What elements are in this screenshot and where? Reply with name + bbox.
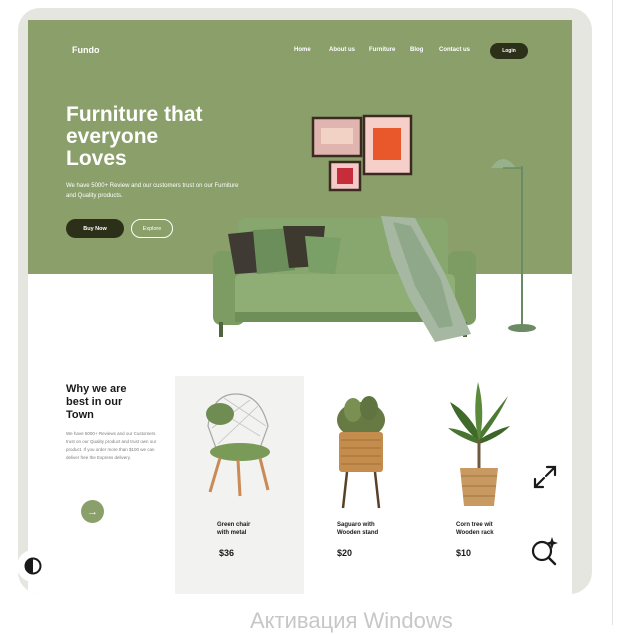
website-preview: Fundo Home About us Furniture Blog Conta… xyxy=(28,20,572,594)
product-2-name[interactable]: Saguaro with Wooden stand xyxy=(337,521,417,537)
next-arrow-button[interactable]: → xyxy=(81,500,104,523)
product-1-price: $36 xyxy=(219,548,235,558)
hero-headline: Furniture that everyone Loves xyxy=(66,104,246,170)
corn-tree-image xyxy=(448,382,510,506)
arrow-right-icon: → xyxy=(87,505,98,518)
green-chair-image xyxy=(206,393,270,497)
product-2-name-line-1: Saguaro with xyxy=(337,522,375,528)
why-section-title: Why we are best in our Town xyxy=(66,383,127,421)
visual-search-sparkle-icon xyxy=(531,537,558,566)
saguaro-cactus-image xyxy=(337,396,385,509)
headline-line-1: Furniture that xyxy=(66,103,203,126)
product-2-price: $20 xyxy=(337,548,353,558)
product-2-name-line-2: Wooden stand xyxy=(337,530,379,536)
windows-activation-watermark: Активация Windows xyxy=(250,608,453,633)
site-logo[interactable]: Fundo xyxy=(72,45,100,55)
nav-contact[interactable]: Contact us xyxy=(439,47,470,53)
nav-blog[interactable]: Blog xyxy=(410,47,423,53)
headline-line-3: Loves xyxy=(66,147,127,170)
expand-icon xyxy=(533,465,557,489)
hero-subtext: We have 5000+ Review and our customers t… xyxy=(66,183,239,199)
headline-line-2: everyone xyxy=(66,125,159,148)
contrast-toggle-icon xyxy=(24,557,42,575)
green-sofa xyxy=(213,216,476,342)
image-viewer: Fundo Home About us Furniture Blog Conta… xyxy=(0,0,624,633)
login-button[interactable]: Login xyxy=(490,43,528,59)
explore-button[interactable]: Explore xyxy=(131,219,173,238)
product-1-name-line-2: with metal xyxy=(217,530,247,536)
why-section-text: We have 5000+ Reviews and our Customers … xyxy=(66,431,157,460)
wall-art-frames xyxy=(311,114,413,192)
product-1-name-line-1: Green chair xyxy=(217,522,251,528)
visual-search-button[interactable] xyxy=(522,529,568,573)
contrast-toggle-button[interactable] xyxy=(17,550,49,582)
product-3-name-line-1: Corn tree wit xyxy=(456,522,493,528)
nav-about[interactable]: About us xyxy=(329,47,355,53)
nav-furniture[interactable]: Furniture xyxy=(369,47,395,53)
expand-button[interactable] xyxy=(522,455,568,499)
floor-lamp xyxy=(491,159,536,332)
product-3-price: $10 xyxy=(456,548,472,558)
buy-now-button[interactable]: Buy Now xyxy=(66,219,124,238)
screenshot-card[interactable]: Fundo Home About us Furniture Blog Conta… xyxy=(18,8,592,594)
nav-home[interactable]: Home xyxy=(294,47,311,53)
viewer-divider xyxy=(612,0,613,625)
product-1-name[interactable]: Green chair with metal xyxy=(217,521,297,537)
